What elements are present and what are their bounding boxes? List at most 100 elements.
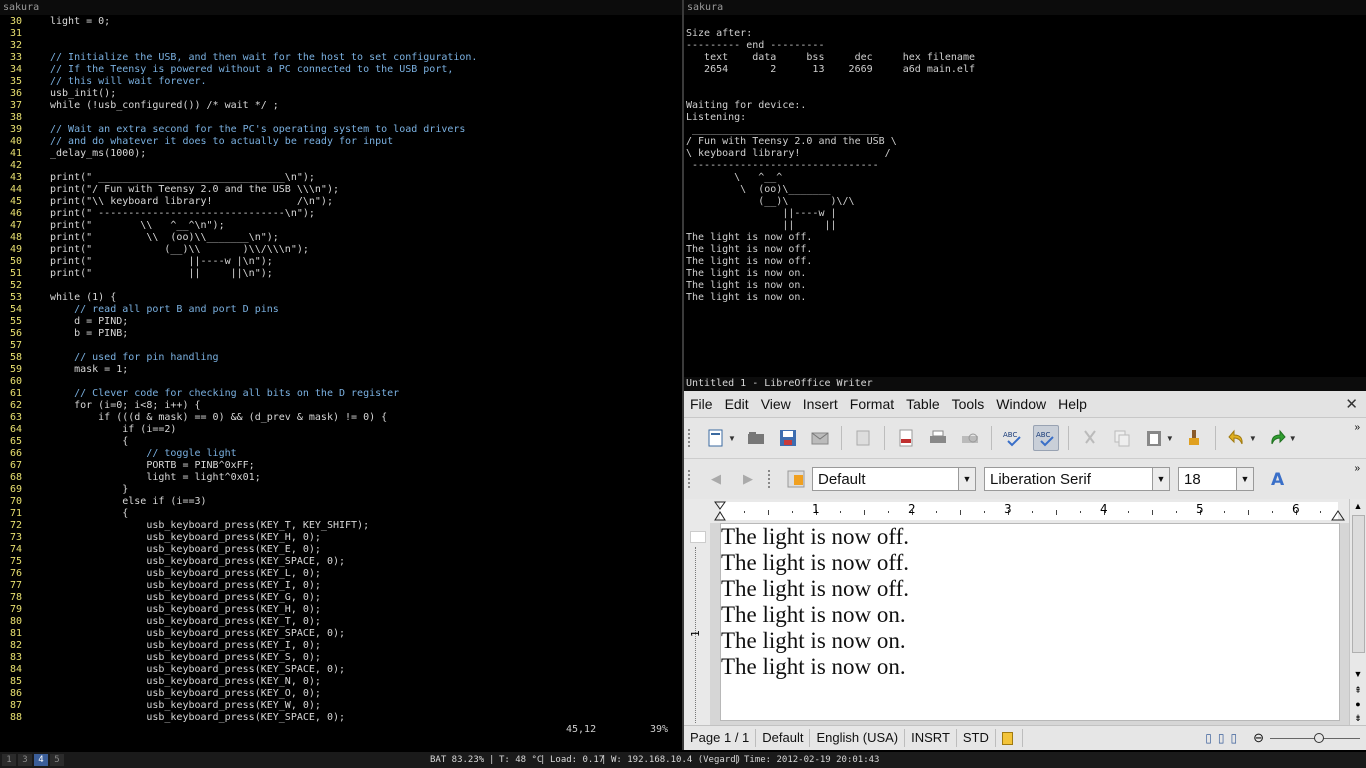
vim-line[interactable]: 84 usb_keyboard_press(KEY_SPACE, 0);: [0, 664, 477, 676]
vim-line[interactable]: 73 usb_keyboard_press(KEY_H, 0);: [0, 532, 477, 544]
document-paragraph[interactable]: The light is now on.: [721, 654, 1339, 680]
forward-arrow-icon[interactable]: ▶: [736, 467, 760, 491]
spellcheck-icon[interactable]: ABC: [1001, 426, 1025, 450]
vim-line[interactable]: 86 usb_keyboard_press(KEY_O, 0);: [0, 688, 477, 700]
vim-line[interactable]: 51 print(" || ||\n");: [0, 268, 477, 280]
undo-dropdown-icon[interactable]: ▼: [1249, 434, 1257, 443]
export-pdf-icon[interactable]: [894, 426, 918, 450]
horizontal-ruler[interactable]: 1 2 3 4 5 6: [684, 499, 1366, 523]
vim-line[interactable]: 42: [0, 160, 477, 172]
edit-file-icon[interactable]: [851, 426, 875, 450]
vim-line[interactable]: 66 // toggle light: [0, 448, 477, 460]
vim-line[interactable]: 33 // Initialize the USB, and then wait f…: [0, 52, 478, 64]
libreoffice-writer-window[interactable]: Untitled 1 - LibreOffice Writer File Edi…: [684, 377, 1366, 750]
vim-line[interactable]: 75 usb_keyboard_press(KEY_SPACE, 0);: [0, 556, 477, 568]
vim-line[interactable]: 77 usb_keyboard_press(KEY_I, 0);: [0, 580, 477, 592]
vim-line[interactable]: 74 usb_keyboard_press(KEY_E, 0);: [0, 544, 477, 556]
vim-line[interactable]: 56 b = PINB;: [0, 328, 477, 340]
scroll-down-icon[interactable]: ▼: [1350, 667, 1366, 681]
vertical-scrollbar[interactable]: ▲ ▼ ⇞ ● ⇟: [1349, 499, 1366, 727]
vim-line[interactable]: 37 while (!usb_configured()) /* wait */ ;: [0, 100, 477, 112]
document-paragraph[interactable]: The light is now on.: [721, 602, 1339, 628]
autospellcheck-icon[interactable]: ABC: [1032, 425, 1059, 451]
paragraph-style-combo[interactable]: Default ▼: [812, 467, 976, 491]
vim-line[interactable]: 48 print(" \\ (oo)\\_______\n");: [0, 232, 477, 244]
vim-line[interactable]: 47 print(" \\ ^__^\n");: [0, 220, 477, 232]
document-text[interactable]: The light is now off. The light is now of…: [721, 524, 1339, 680]
back-arrow-icon[interactable]: ◀: [704, 467, 728, 491]
font-name-combo[interactable]: Liberation Serif ▼: [984, 467, 1170, 491]
menu-view[interactable]: View: [761, 396, 791, 412]
vim-line[interactable]: 59 mask = 1;: [0, 364, 477, 376]
zoom-out-icon[interactable]: ⊖: [1253, 730, 1264, 746]
paste-icon[interactable]: [1142, 426, 1166, 450]
print-preview-icon[interactable]: [958, 426, 982, 450]
zoom-slider-thumb[interactable]: [1314, 732, 1324, 743]
vim-line[interactable]: 49 print(" (__)\\ )\\/\\\n");: [0, 244, 477, 256]
vim-line[interactable]: 81 usb_keyboard_press(KEY_SPACE, 0);: [0, 628, 477, 640]
vim-line[interactable]: 85 usb_keyboard_press(KEY_N, 0);: [0, 676, 477, 688]
scroll-up-icon[interactable]: ▲: [1350, 499, 1366, 513]
left-terminal-window[interactable]: sakura 30 light = 0; 31 32 33 // Initialize t…: [0, 0, 682, 750]
previous-page-icon[interactable]: ⇞: [1350, 683, 1366, 697]
vim-line[interactable]: 41 _delay_ms(1000);: [0, 148, 477, 160]
redo-icon[interactable]: [1265, 426, 1289, 450]
vim-line[interactable]: 44 print("/ Fun with Teensy 2.0 and the U…: [0, 184, 477, 196]
menu-tools[interactable]: Tools: [952, 396, 985, 412]
save-icon[interactable]: [776, 426, 800, 450]
vertical-ruler[interactable]: 1: [684, 523, 710, 727]
document-paragraph[interactable]: The light is now off.: [721, 524, 1339, 550]
email-icon[interactable]: [808, 426, 832, 450]
document-paragraph[interactable]: The light is now off.: [721, 576, 1339, 602]
styles-formatting-icon[interactable]: [784, 467, 808, 491]
status-language[interactable]: English (USA): [810, 729, 906, 747]
vim-line[interactable]: 57: [0, 340, 477, 352]
vim-line[interactable]: 70 else if (i==3): [0, 496, 477, 508]
undo-icon[interactable]: [1225, 426, 1249, 450]
close-document-icon[interactable]: ✕: [1345, 395, 1358, 413]
font-color-icon[interactable]: A: [1266, 467, 1290, 491]
view-layout-icons[interactable]: ▯▯▯: [1205, 731, 1243, 745]
vim-line[interactable]: 32: [0, 40, 477, 52]
vim-line[interactable]: 45 print("\\ keyboard library! /\n");: [0, 196, 477, 208]
copy-icon[interactable]: [1110, 426, 1134, 450]
new-document-icon[interactable]: [704, 426, 728, 450]
menu-table[interactable]: Table: [906, 396, 939, 412]
clone-formatting-icon[interactable]: [1182, 426, 1206, 450]
vim-line[interactable]: 53 while (1) {: [0, 292, 477, 304]
vim-line[interactable]: 46 print(" ------------------------------…: [0, 208, 477, 220]
toolbar-grip-icon[interactable]: [688, 470, 694, 488]
vim-line[interactable]: 78 usb_keyboard_press(KEY_G, 0);: [0, 592, 477, 604]
status-page[interactable]: Page 1 / 1: [684, 729, 757, 747]
vim-line[interactable]: 61 // Clever code for checking all bits …: [0, 388, 477, 400]
status-selection-mode[interactable]: STD: [957, 729, 996, 747]
vim-line[interactable]: 83 usb_keyboard_press(KEY_S, 0);: [0, 652, 477, 664]
vim-line[interactable]: 54 // read all port B and port D pins: [0, 304, 477, 316]
vim-line[interactable]: 79 usb_keyboard_press(KEY_H, 0);: [0, 604, 477, 616]
scrollbar-thumb[interactable]: [1352, 515, 1365, 653]
vim-line[interactable]: 60: [0, 376, 477, 388]
workspace-tag-5[interactable]: 5: [50, 754, 64, 766]
vim-line[interactable]: 67 PORTB = PINB^0xFF;: [0, 460, 477, 472]
chevron-down-icon[interactable]: ▼: [1152, 468, 1169, 490]
status-insert-mode[interactable]: INSRT: [905, 729, 957, 747]
toolbar-grip-icon[interactable]: [768, 470, 774, 488]
right-terminal-window[interactable]: sakura Size after: --------- end -------…: [684, 0, 1366, 376]
paste-dropdown-icon[interactable]: ▼: [1166, 434, 1174, 443]
menu-format[interactable]: Format: [850, 396, 894, 412]
print-icon[interactable]: [926, 426, 950, 450]
vim-line[interactable]: 64 if (i==2): [0, 424, 477, 436]
chevron-down-icon[interactable]: ▼: [958, 468, 975, 490]
document-paragraph[interactable]: The light is now on.: [721, 628, 1339, 654]
vim-line[interactable]: 88 usb_keyboard_press(KEY_SPACE, 0);: [0, 712, 477, 724]
menu-help[interactable]: Help: [1058, 396, 1087, 412]
status-page-style[interactable]: Default: [756, 729, 811, 747]
vim-line[interactable]: 34 // If the Teensy is powered without a …: [0, 64, 477, 76]
vim-line[interactable]: 35 // this will wait forever.: [0, 76, 477, 88]
zoom-slider[interactable]: [1270, 732, 1360, 743]
vim-line[interactable]: 69 }: [0, 484, 477, 496]
vim-line[interactable]: 82 usb_keyboard_press(KEY_I, 0);: [0, 640, 477, 652]
vim-line[interactable]: 87 usb_keyboard_press(KEY_W, 0);: [0, 700, 477, 712]
vim-line[interactable]: 72 usb_keyboard_press(KEY_T, KEY_SHIFT);: [0, 520, 477, 532]
document-paragraph[interactable]: The light is now off.: [721, 550, 1339, 576]
